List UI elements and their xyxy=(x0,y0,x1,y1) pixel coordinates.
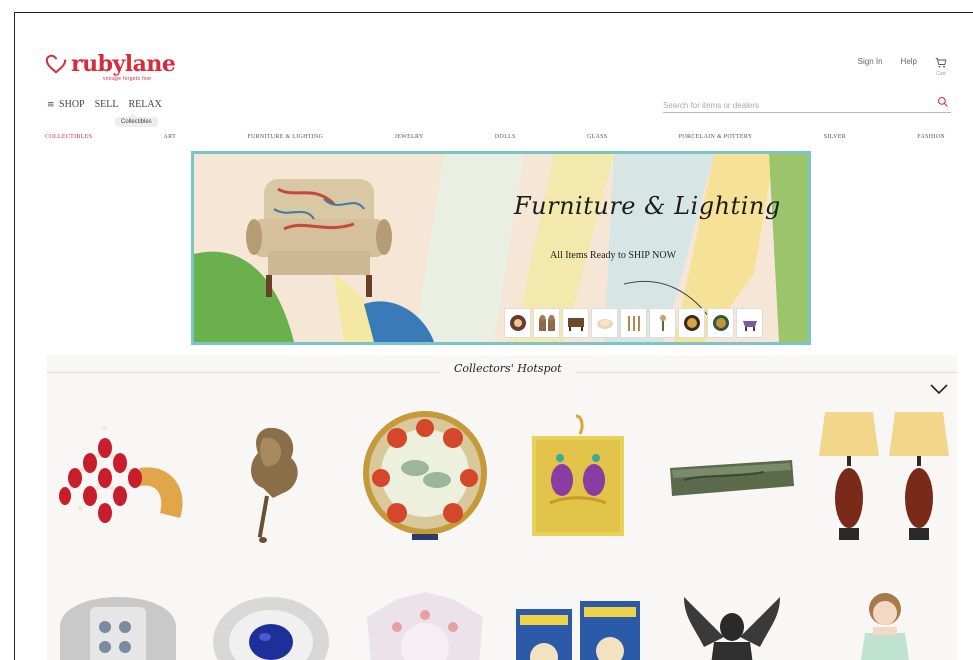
product-grid xyxy=(49,408,954,660)
category-jewelry[interactable]: JEWELRY xyxy=(395,134,424,140)
category-furniture-lighting[interactable]: FURNITURE & LIGHTING xyxy=(247,134,323,140)
help-link[interactable]: Help xyxy=(901,57,917,66)
category-fashion[interactable]: FASHION xyxy=(917,134,945,140)
category-silver[interactable]: SILVER xyxy=(824,134,846,140)
product-card[interactable] xyxy=(356,408,494,557)
nav-tooltip: Collectibles xyxy=(115,113,158,127)
banner-thumb xyxy=(678,308,705,338)
banner-thumb xyxy=(649,308,676,338)
banner-thumb xyxy=(533,308,560,338)
product-card[interactable] xyxy=(510,587,648,660)
product-card[interactable] xyxy=(203,587,341,660)
gold-bird-pendant-image xyxy=(532,414,625,536)
sapphire-halo-ring-image xyxy=(213,597,330,660)
product-card[interactable] xyxy=(49,587,187,660)
product-card[interactable] xyxy=(49,408,187,557)
chevron-down-icon[interactable] xyxy=(930,383,948,395)
category-nav: COLLECTIBLES ART FURNITURE & LIGHTING JE… xyxy=(45,134,945,140)
shop-menu[interactable]: ≡ SHOP xyxy=(47,99,85,110)
product-card[interactable] xyxy=(663,587,801,660)
ruby-cluster-ring-image xyxy=(58,425,183,523)
cart-label: Cart xyxy=(936,71,946,77)
heart-logo-icon xyxy=(45,54,67,74)
hotspot-title: Collectors' Hotspot xyxy=(440,362,576,375)
browser-viewport: rubylane vintage forgets fine Sign In He… xyxy=(14,12,973,660)
wooden-box-image xyxy=(669,460,794,496)
banner-thumb xyxy=(707,308,734,338)
category-dolls[interactable]: DOLLS xyxy=(495,134,516,140)
bronze-angel-statue-image xyxy=(683,597,780,660)
product-card[interactable] xyxy=(356,587,494,660)
banner-thumb xyxy=(736,308,763,338)
floral-porcelain-plate-image xyxy=(362,411,487,540)
diamond-ring-image xyxy=(59,597,176,660)
logo-tagline: vintage forgets fine xyxy=(103,76,152,82)
search-icon[interactable] xyxy=(937,96,949,108)
banner-thumb xyxy=(620,308,647,338)
product-card[interactable] xyxy=(510,408,648,557)
product-card[interactable] xyxy=(203,408,341,557)
logo-wordmark: rubylane xyxy=(71,51,176,77)
category-porcelain-pottery[interactable]: PORCELAIN & POTTERY xyxy=(679,134,753,140)
shop-label: SHOP xyxy=(59,99,85,110)
account-links: Sign In Help Cart xyxy=(858,57,947,77)
category-art[interactable]: ART xyxy=(164,134,177,140)
site-logo[interactable]: rubylane vintage forgets fine xyxy=(45,51,176,82)
porcelain-doll-image xyxy=(861,593,910,660)
sign-in-link[interactable]: Sign In xyxy=(858,57,883,66)
banner-thumb xyxy=(591,308,618,338)
banner-thumb xyxy=(562,308,589,338)
vintage-books-image xyxy=(516,601,641,660)
cart-icon xyxy=(935,58,947,68)
relax-link[interactable]: RELAX xyxy=(129,99,162,110)
glass-dish-image xyxy=(366,592,483,660)
bronze-bust-stickpin-image xyxy=(251,427,298,543)
pair-table-lamps-image xyxy=(819,412,950,540)
search-input[interactable] xyxy=(663,97,923,114)
category-collectibles[interactable]: COLLECTIBLES xyxy=(45,134,92,140)
product-card[interactable] xyxy=(817,408,955,557)
main-nav: ≡ SHOP SELL RELAX xyxy=(47,99,162,110)
banner-thumb xyxy=(504,308,531,338)
hamburger-menu-icon: ≡ xyxy=(47,100,55,110)
promo-banner[interactable]: Furniture & Lighting All Items Ready to … xyxy=(191,151,811,345)
banner-subtitle: All Items Ready to SHIP NOW xyxy=(550,250,677,261)
banner-title: Furniture & Lighting xyxy=(514,192,781,220)
search-bar xyxy=(663,95,951,114)
cart-button[interactable]: Cart xyxy=(935,57,947,77)
sell-link[interactable]: SELL xyxy=(95,99,119,110)
product-card[interactable] xyxy=(663,408,801,557)
product-card[interactable] xyxy=(817,587,955,660)
category-glass[interactable]: GLASS xyxy=(587,134,608,140)
banner-thumbnails xyxy=(504,308,763,338)
